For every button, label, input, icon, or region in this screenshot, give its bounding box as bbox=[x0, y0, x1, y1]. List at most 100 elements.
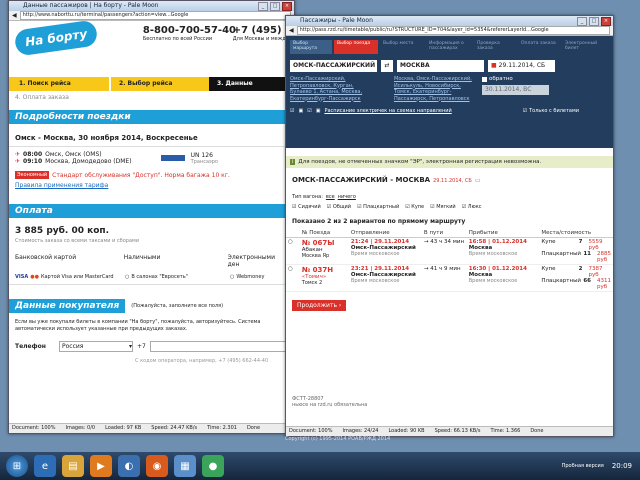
car-filter-5[interactable]: ☑ Люкс bbox=[462, 204, 482, 210]
phone2-note: Для Москвы и между bbox=[232, 36, 289, 42]
tariff-link[interactable]: Правила применения тарифа bbox=[9, 181, 294, 190]
train-number[interactable]: № 037Н bbox=[302, 266, 347, 274]
pay-cash-label: Наличными bbox=[123, 254, 161, 261]
step-2[interactable]: 2. Выбор рейса bbox=[109, 77, 209, 91]
car-filter-3[interactable]: ☑ Купе bbox=[405, 204, 424, 210]
tariff-text: Стандарт обслуживания "Доступ". Норма ба… bbox=[52, 171, 230, 179]
notepad-icon[interactable]: ▦ bbox=[174, 455, 196, 477]
seat-count: 11 bbox=[583, 251, 591, 257]
right-titlebar[interactable]: Пассажиры - Pale Moon _ □ × bbox=[286, 16, 613, 26]
table-row[interactable]: ○ № 037Н «Томич» Томск 2 23:21 | 29.11.201… bbox=[286, 265, 613, 292]
only-tickets-checkbox[interactable]: ☑ bbox=[523, 108, 527, 114]
checkbox-icon[interactable]: ☑ bbox=[290, 108, 294, 114]
car-filter-label: Сидячий bbox=[298, 204, 321, 210]
tray-app-label: Пробная версия bbox=[561, 463, 604, 469]
back-icon[interactable]: ◀ bbox=[289, 27, 294, 34]
radio-icon[interactable]: ○ bbox=[288, 266, 293, 272]
bus-icon: ▣ bbox=[298, 108, 304, 114]
right-statusbar: Document: 100% Images: 24/24 Loaded: 90 … bbox=[286, 426, 613, 436]
left-address-input[interactable]: http://www.naborttu.ru/terminal/passenge… bbox=[19, 11, 291, 20]
media-icon[interactable]: ▶ bbox=[90, 455, 112, 477]
seat-count: 7 bbox=[578, 239, 583, 245]
maximize-button[interactable]: □ bbox=[270, 2, 280, 11]
car-type-filters: ☑ Сидячий ☑ Общий ☑ Плацкартный ☑ Купе ☑… bbox=[286, 202, 613, 212]
print-icon[interactable]: ▭ bbox=[475, 177, 481, 184]
status-images: Images: 24/24 bbox=[342, 428, 379, 434]
minimize-button[interactable]: _ bbox=[577, 17, 587, 26]
date-there-input[interactable]: ■ 29.11.2014, СБ bbox=[488, 60, 555, 72]
train-name2: Томск 2 bbox=[301, 280, 323, 286]
trains-table: № Поезда Отправление В пути Прибытие Мес… bbox=[286, 229, 613, 292]
clock[interactable]: 20:09 bbox=[612, 462, 632, 470]
maximize-button[interactable]: □ bbox=[589, 17, 599, 26]
flight-note: Трансаэро bbox=[190, 158, 218, 165]
status-speed: Speed: 24.47 KB/s bbox=[151, 425, 198, 431]
seat-count: 2 bbox=[578, 266, 583, 272]
pay-emoney-label: Электронными ден bbox=[227, 254, 275, 268]
status-images: Images: 0/0 bbox=[65, 425, 96, 431]
copyright: Copyright (c) 1995-2014 РОАВ/РЖД 2014 bbox=[285, 436, 391, 442]
right-address-input[interactable]: http://pass.rzd.ru/timetable/public/ru?S… bbox=[296, 26, 610, 35]
car-filter-1[interactable]: ☑ Общий bbox=[327, 204, 351, 210]
right-window-title: Пассажиры - Pale Moon bbox=[300, 17, 373, 24]
date-back-value: 30.11.2014, ВС bbox=[485, 86, 532, 93]
to-input[interactable]: МОСКВА bbox=[397, 60, 484, 72]
close-button[interactable]: × bbox=[601, 17, 611, 26]
only-tickets-label: Только с билетами bbox=[529, 108, 579, 114]
folder-icon[interactable]: ▤ bbox=[62, 455, 84, 477]
chrome-icon[interactable]: ● bbox=[202, 455, 224, 477]
car-none-link[interactable]: ничего bbox=[338, 194, 356, 200]
from-input[interactable]: ОМСК-ПАССАЖИРСКИЙ bbox=[290, 60, 377, 72]
step-1[interactable]: 1. Поиск рейса bbox=[9, 77, 109, 91]
seat-price: 5559 руб bbox=[588, 239, 603, 251]
pay-emoney-option[interactable]: ○ Webmoney bbox=[230, 274, 264, 280]
rzd-step-6: Оплата заказа bbox=[521, 41, 556, 46]
date-back-input[interactable]: 30.11.2014, ВС bbox=[482, 85, 549, 95]
flight-number: UN 126 bbox=[190, 151, 213, 159]
radio-icon[interactable]: ○ bbox=[230, 274, 234, 280]
travel-time: 43 ч 34 мин bbox=[430, 239, 465, 245]
radio-icon[interactable]: ○ bbox=[288, 239, 293, 245]
table-row[interactable]: ○ № 067Ы Абакан Москва Яр 21:24 | 29.11.20… bbox=[286, 238, 613, 265]
minimize-button[interactable]: _ bbox=[258, 2, 268, 11]
firefox-icon[interactable]: ◉ bbox=[146, 455, 168, 477]
left-titlebar[interactable]: Данные пассажиров | На борту - Pale Moon… bbox=[9, 1, 294, 11]
palemoon-icon[interactable]: ◐ bbox=[118, 455, 140, 477]
back-label: обратно bbox=[489, 76, 513, 82]
radio-icon[interactable]: ○ bbox=[125, 274, 129, 280]
from-suggestions[interactable]: Омск-Пассажирский, Петропавловск, Курган… bbox=[290, 76, 374, 102]
car-all-link[interactable]: все bbox=[326, 194, 335, 200]
rzd-step-1[interactable]: Выбор маршрута bbox=[290, 40, 332, 54]
continue-label: Продолжить bbox=[297, 302, 337, 309]
arr-tz: Время московское bbox=[468, 251, 518, 257]
ie-icon[interactable]: e bbox=[34, 455, 56, 477]
phone-input[interactable] bbox=[149, 341, 288, 352]
train-number[interactable]: № 067Ы bbox=[302, 239, 347, 247]
car-filter-2[interactable]: ☑ Плацкартный bbox=[357, 204, 399, 210]
seat-price: 2885 руб bbox=[597, 251, 611, 263]
rzd-step-3: Выбор места bbox=[383, 41, 414, 46]
logo[interactable]: На борту bbox=[13, 21, 99, 57]
arr-tz: Время московское bbox=[468, 278, 518, 284]
car-filter-0[interactable]: ☑ Сидячий bbox=[292, 204, 321, 210]
car-filter-4[interactable]: ☑ Мягкий bbox=[430, 204, 456, 210]
country-select[interactable]: Россия ▾ bbox=[59, 341, 133, 352]
back-icon[interactable]: ◀ bbox=[12, 12, 17, 19]
continue-button[interactable]: Продолжить › bbox=[292, 300, 347, 311]
close-button[interactable]: × bbox=[282, 2, 292, 11]
pay-cash-option[interactable]: ○ В салонах "Евросеть" bbox=[125, 274, 230, 280]
swap-icon[interactable]: ⇄ bbox=[381, 60, 393, 72]
emoney-text: Webmoney bbox=[236, 274, 265, 280]
arr-time: 09:10 bbox=[23, 158, 43, 165]
phone2: +7 (495) 6 bbox=[232, 25, 292, 36]
route-title: ОМСК-ПАССАЖИРСКИЙ - МОСКВА bbox=[292, 176, 431, 184]
train-name2: Москва Яр bbox=[301, 253, 330, 259]
back-checkbox[interactable] bbox=[482, 76, 487, 82]
schedule-link[interactable]: Расписание электричек на схемах направле… bbox=[324, 108, 451, 114]
right-urlbar: ◀ http://pass.rzd.ru/timetable/public/ru… bbox=[286, 26, 613, 36]
to-suggestions[interactable]: Москва, Омск-Пассажирский, Исилькуль, Но… bbox=[394, 76, 478, 102]
checkbox-icon[interactable]: ☑ bbox=[307, 108, 311, 114]
tariff-badge: Экономный bbox=[15, 171, 50, 179]
pay-card-option[interactable]: VISA ●● Картой Visa или MasterCard bbox=[15, 274, 125, 280]
start-button[interactable]: ⊞ bbox=[6, 455, 28, 477]
